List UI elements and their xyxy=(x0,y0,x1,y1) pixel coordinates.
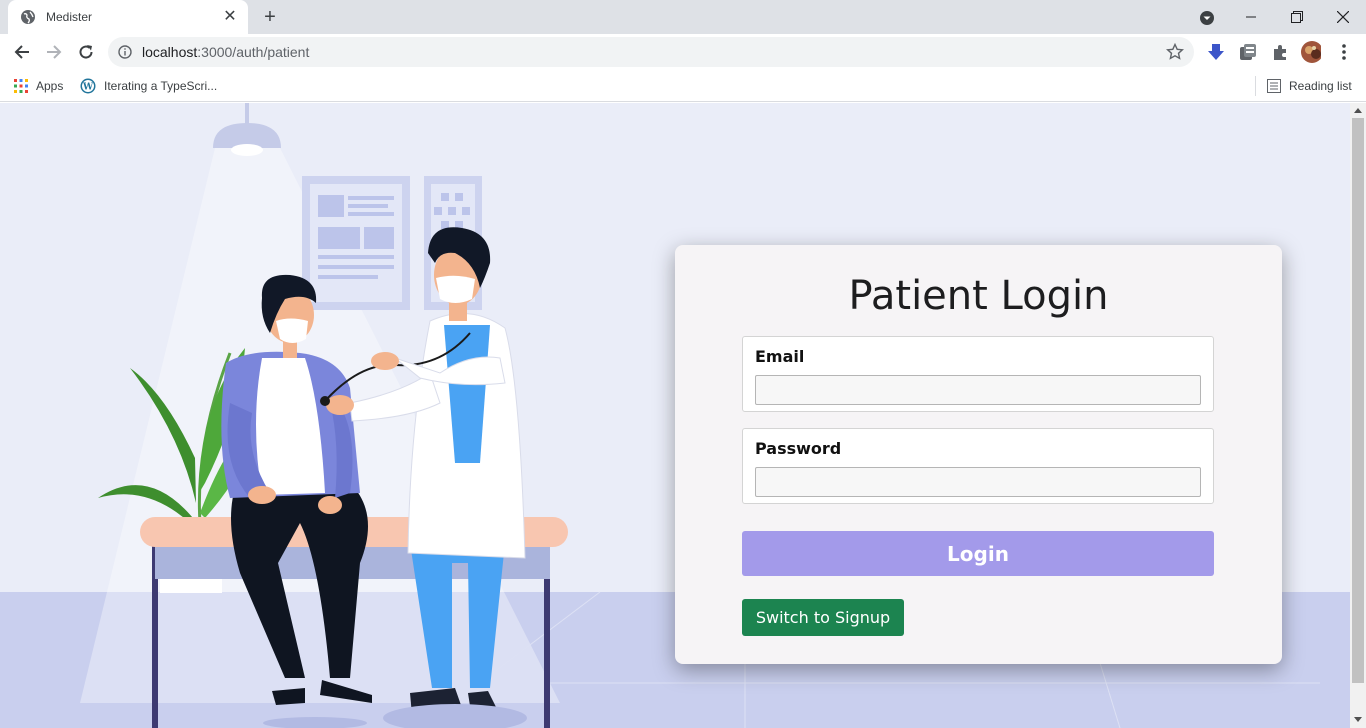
apps-grid-icon xyxy=(14,79,28,93)
extensions-puzzle-icon[interactable] xyxy=(1270,42,1290,62)
new-tab-button[interactable]: + xyxy=(258,5,282,29)
restore-button[interactable] xyxy=(1274,0,1320,34)
forward-button[interactable] xyxy=(40,38,68,66)
profile-avatar[interactable] xyxy=(1301,41,1321,63)
tab-medister[interactable]: Medister ✕ xyxy=(8,0,248,34)
chrome-menu-icon[interactable] xyxy=(1334,42,1354,62)
restore-icon xyxy=(1291,11,1303,23)
svg-text:W: W xyxy=(82,83,94,93)
reload-icon xyxy=(79,45,93,59)
password-group: Password xyxy=(742,428,1214,504)
url-text: localhost:3000/auth/patient xyxy=(142,44,310,60)
login-page: Patient Login Email Password Login Switc… xyxy=(0,103,1350,728)
bookmark-apps-label: Apps xyxy=(36,79,64,93)
password-input[interactable] xyxy=(755,467,1201,497)
password-label: Password xyxy=(755,439,842,458)
bookmark-divider xyxy=(1255,76,1256,96)
switch-to-signup-button[interactable]: Switch to Signup xyxy=(742,599,904,636)
scrollbar-thumb[interactable] xyxy=(1352,118,1364,683)
browser-toolbar: localhost:3000/auth/patient xyxy=(0,34,1366,70)
close-window-button[interactable] xyxy=(1320,0,1366,34)
bookmark-star-icon[interactable] xyxy=(1166,43,1184,61)
minimize-button[interactable] xyxy=(1228,0,1274,34)
tab-title: Medister xyxy=(46,10,93,24)
email-label: Email xyxy=(755,347,805,366)
page-scrollbar[interactable] xyxy=(1350,103,1366,728)
login-button[interactable]: Login xyxy=(742,531,1214,576)
back-button[interactable] xyxy=(8,38,36,66)
address-bar[interactable]: localhost:3000/auth/patient xyxy=(108,37,1194,67)
reading-list-icon xyxy=(1267,79,1281,93)
bookmark-typescript-label: Iterating a TypeScri... xyxy=(104,79,218,93)
reading-list-button[interactable]: Reading list xyxy=(1267,76,1352,96)
reading-list-label: Reading list xyxy=(1289,79,1352,93)
arrow-left-icon xyxy=(14,45,29,59)
download-extension-icon[interactable] xyxy=(1206,42,1226,62)
globe-icon xyxy=(21,10,35,24)
info-icon[interactable] xyxy=(118,45,132,59)
scroll-down-arrow-icon[interactable] xyxy=(1354,717,1362,722)
close-tab-icon[interactable]: ✕ xyxy=(222,9,238,25)
close-icon xyxy=(1337,11,1349,23)
scroll-up-arrow-icon[interactable] xyxy=(1354,108,1362,113)
minimize-icon xyxy=(1246,16,1256,18)
page-title: Patient Login xyxy=(848,273,1109,319)
tab-search-icon[interactable] xyxy=(1198,9,1216,27)
wordpress-icon: W xyxy=(80,78,96,94)
reload-button[interactable] xyxy=(72,38,100,66)
arrow-right-icon xyxy=(47,45,62,59)
tabs-extension-icon[interactable] xyxy=(1238,42,1258,62)
email-input[interactable] xyxy=(755,375,1201,405)
bookmark-apps[interactable]: Apps xyxy=(14,76,63,96)
bookmarks-bar: Apps W Iterating a TypeScri... Reading l… xyxy=(0,70,1366,102)
email-group: Email xyxy=(742,336,1214,412)
bookmark-typescript[interactable]: W Iterating a TypeScri... xyxy=(80,76,217,96)
tab-strip: Medister ✕ + xyxy=(0,0,1366,34)
login-card: Patient Login Email Password Login Switc… xyxy=(675,245,1282,664)
